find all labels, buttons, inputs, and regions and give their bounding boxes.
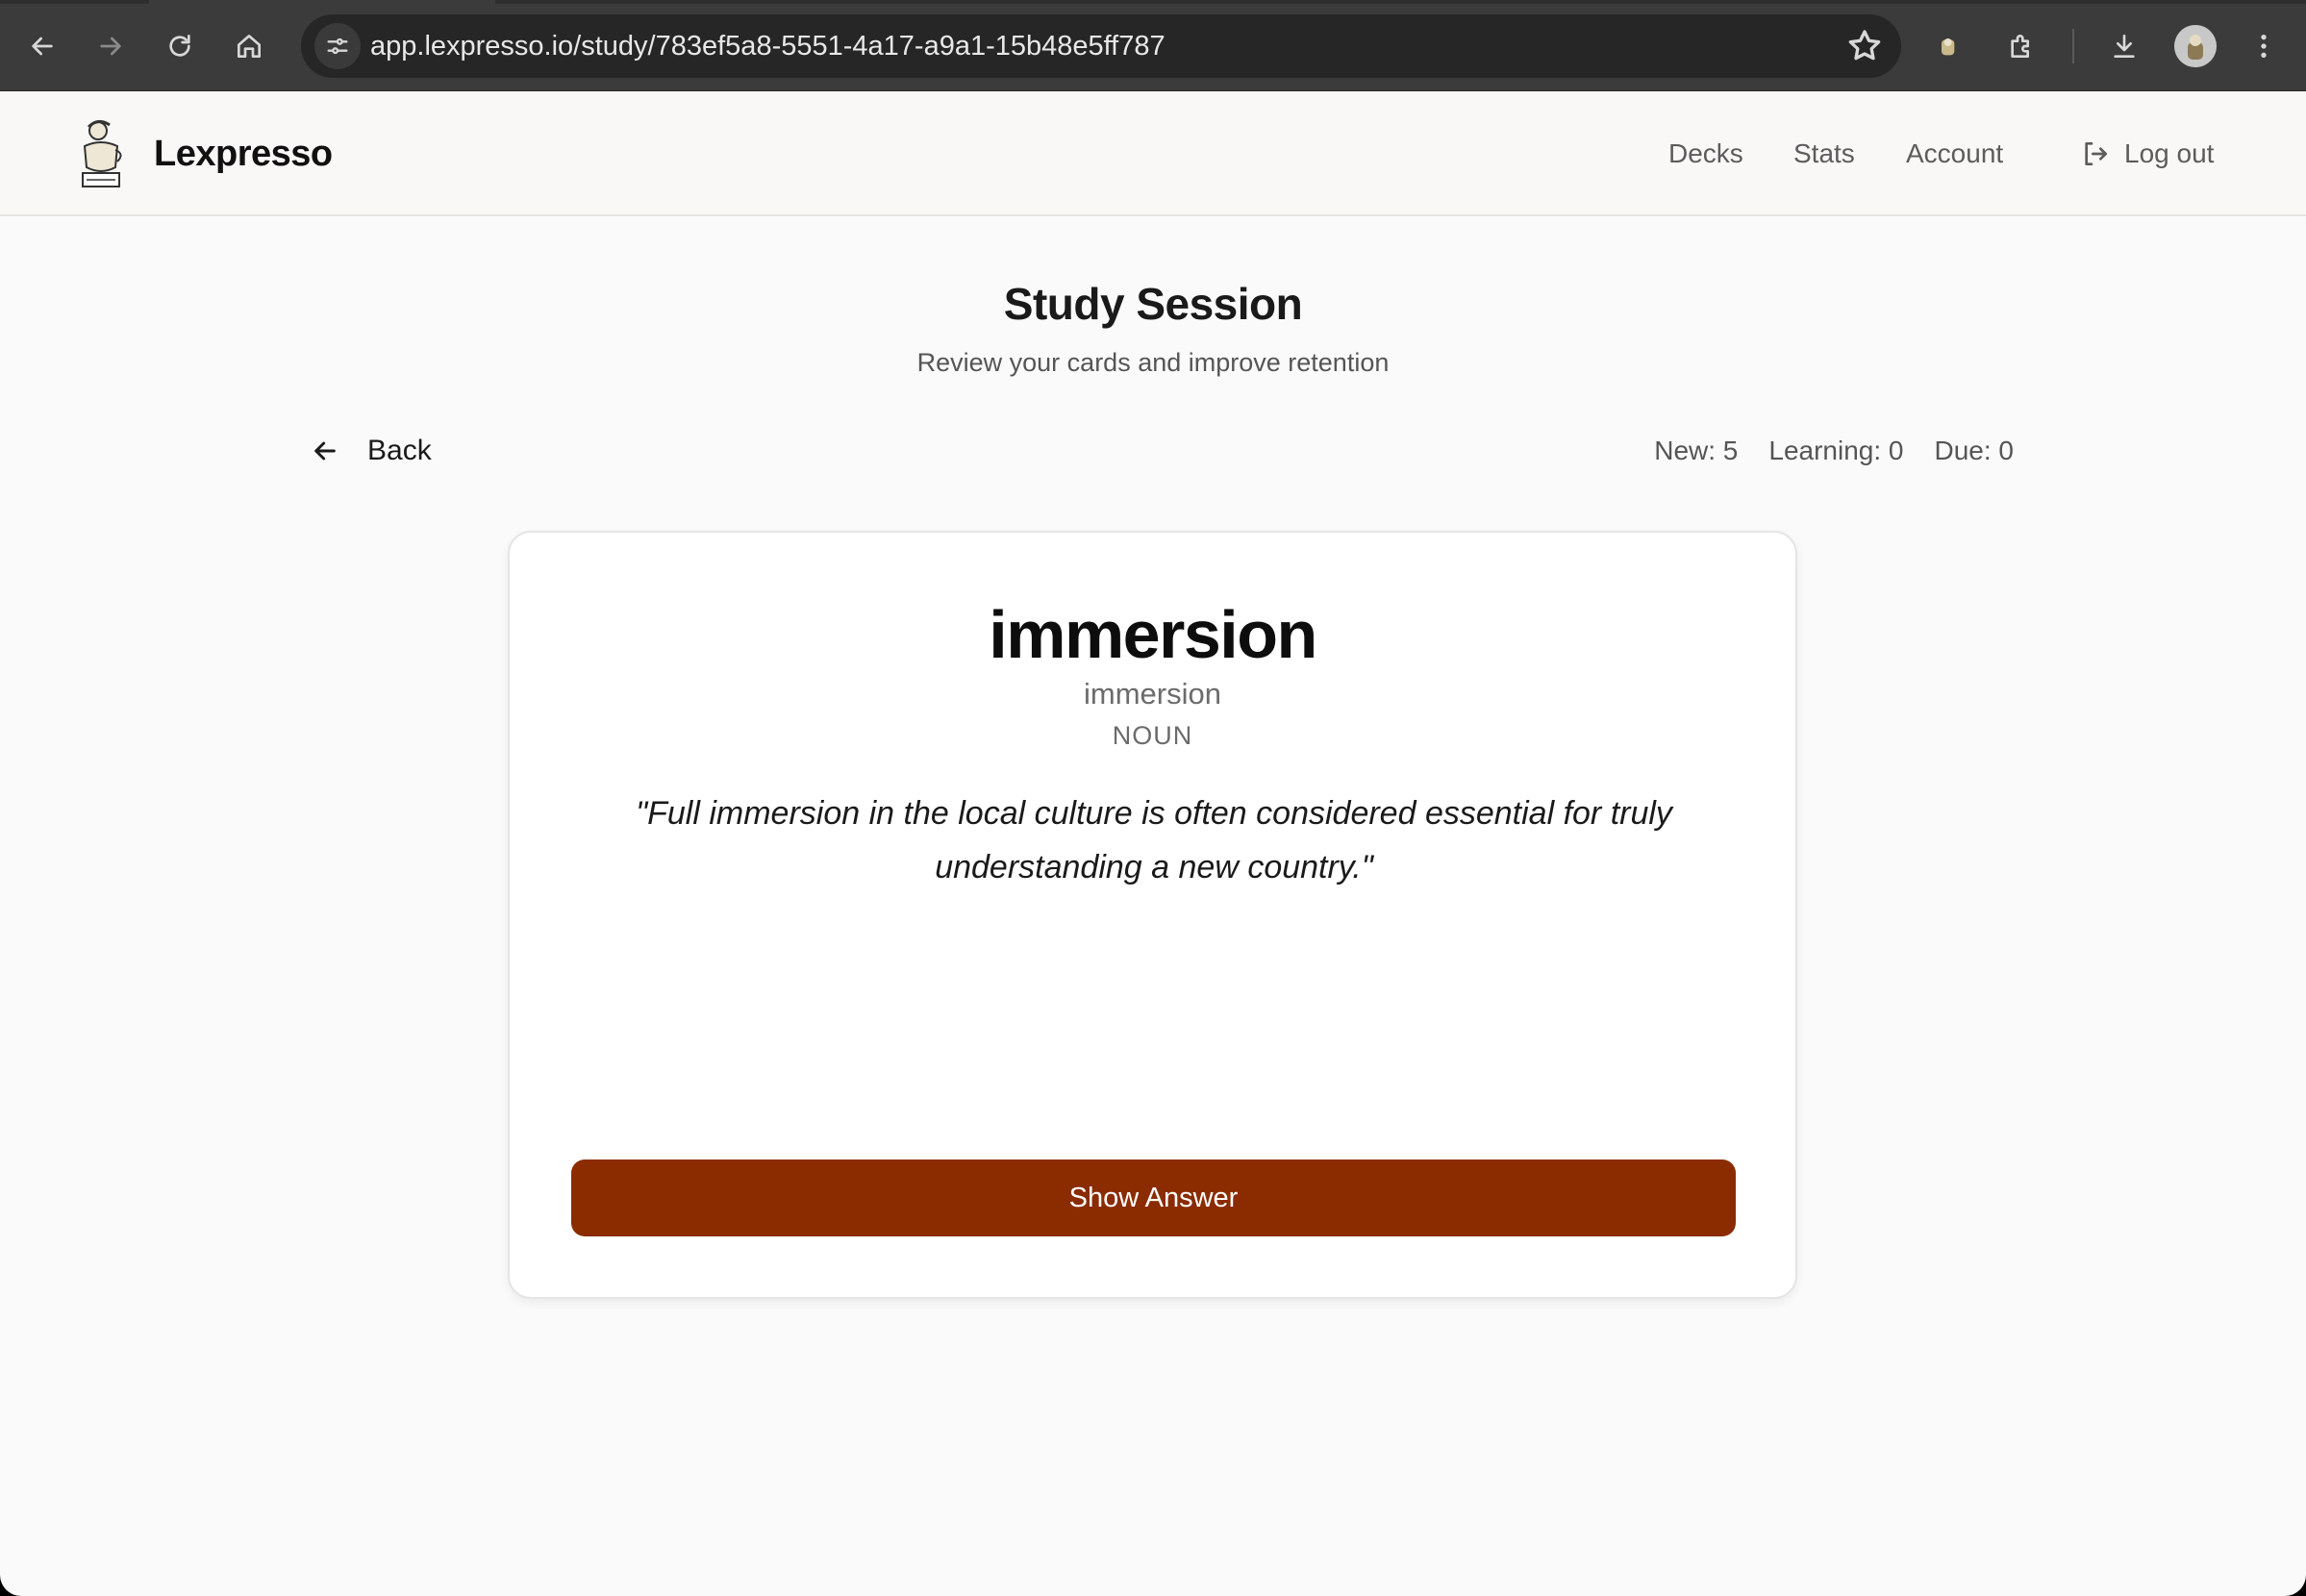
profile-avatar[interactable] (2174, 25, 2217, 67)
count-new: New: 5 (1654, 436, 1739, 465)
card-example-sentence: "Full immersion in the local culture is … (636, 795, 1672, 885)
puzzle-icon[interactable] (1994, 19, 2048, 73)
card-word: immersion (989, 597, 1317, 672)
nav-stats[interactable]: Stats (1793, 91, 1855, 216)
site-settings-icon[interactable] (314, 23, 361, 69)
card-part-of-speech: NOUN (1112, 721, 1193, 750)
page-subtitle: Review your cards and improve retention (916, 348, 1390, 377)
extension-icon[interactable] (1922, 19, 1976, 73)
browser-window: app.lexpresso.io/study/783ef5a8-5551-4a1… (0, 0, 2306, 1596)
flashcard: immersion immersion NOUN "Full immersion… (508, 531, 1797, 1299)
arrow-left-icon (314, 441, 336, 461)
nav-account[interactable]: Account (1906, 91, 2003, 216)
count-due: Due: 0 (1934, 436, 2015, 465)
show-answer-button[interactable]: Show Answer (571, 1160, 1736, 1236)
bookmark-star-icon[interactable] (1845, 27, 1884, 65)
forward-arrow-icon[interactable] (84, 19, 138, 73)
kebab-menu-icon[interactable] (2237, 19, 2291, 73)
nav-decks[interactable]: Decks (1668, 91, 1743, 216)
app-header: Lexpresso Decks Stats Account Log out (0, 91, 2306, 216)
address-bar[interactable]: app.lexpresso.io/study/783ef5a8-5551-4a1… (301, 14, 1901, 78)
download-icon[interactable] (2097, 19, 2151, 73)
logout-label: Log out (2124, 138, 2215, 168)
tab-strip (0, 0, 2306, 4)
card-counts: New: 5 Learning: 0 Due: 0 (1654, 426, 2014, 476)
page-title: Study Session (1003, 279, 1303, 329)
count-learning: Learning: 0 (1768, 436, 1904, 465)
back-button[interactable]: Back (310, 426, 432, 476)
url-text[interactable]: app.lexpresso.io/study/783ef5a8-5551-4a1… (370, 14, 1166, 78)
browser-toolbar: app.lexpresso.io/study/783ef5a8-5551-4a1… (0, 0, 2306, 91)
back-arrow-icon[interactable] (15, 19, 69, 73)
logout-icon (2085, 142, 2107, 165)
lexpresso-logo-icon[interactable] (77, 117, 125, 190)
toolbar-separator (2072, 29, 2074, 63)
card-transliteration: immersion (1084, 677, 1221, 711)
back-label: Back (367, 435, 432, 466)
logout-button[interactable]: Log out (2080, 91, 2214, 216)
home-icon[interactable] (222, 19, 276, 73)
brand-name[interactable]: Lexpresso (154, 91, 333, 216)
reload-icon[interactable] (153, 19, 207, 73)
